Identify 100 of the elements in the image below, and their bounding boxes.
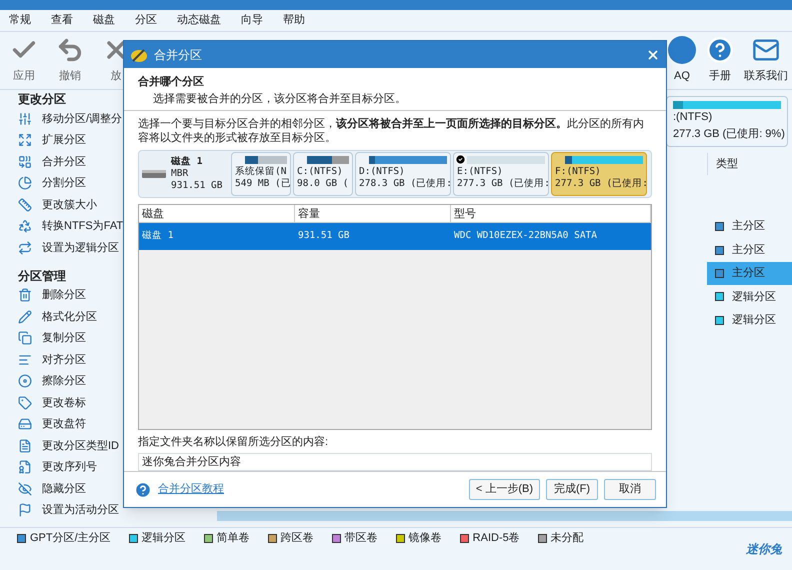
- toolbar-button[interactable]: 放: [102, 36, 130, 85]
- sliders-icon: [18, 112, 32, 126]
- sidebar-item[interactable]: 擦除分区: [18, 370, 86, 392]
- sidebar-heading: 分区管理: [18, 268, 66, 284]
- sidebar-item[interactable]: 合并分区: [18, 151, 86, 172]
- sidebar-item[interactable]: 分割分区: [18, 172, 86, 194]
- repeat-icon: [18, 240, 32, 255]
- sidebar-item[interactable]: 隐藏分区: [18, 478, 86, 500]
- copy-icon: [18, 331, 32, 346]
- type-row[interactable]: 主分区: [707, 262, 792, 286]
- menu-item[interactable]: 查看: [51, 12, 73, 29]
- toolbar-button[interactable]: 应用: [10, 36, 38, 85]
- partition-name: :(NTFS): [673, 110, 714, 125]
- drive-icon: [18, 417, 32, 432]
- wand-icon: [130, 46, 148, 62]
- table-row[interactable]: 磁盘 1 931.51 GB WDC WD10EZEX-22BN5A0 SATA: [139, 223, 651, 250]
- partition-name: C:(NTFS): [297, 166, 344, 178]
- table-cell-text: 磁盘 1: [141, 229, 174, 244]
- toolbar-button[interactable]: AQ: [668, 36, 696, 85]
- disk-size: 931.51 GB: [171, 180, 222, 192]
- sidebar-item[interactable]: 对齐分区: [18, 349, 86, 370]
- dialog-button[interactable]: < 上一步(B): [468, 479, 540, 500]
- partition-block[interactable]: D:(NTFS) 278.3 GB (已使用:: [355, 152, 451, 196]
- eye-off-icon: [18, 482, 32, 496]
- folder-label: 指定文件夹名称以保留所选分区的内容:: [138, 434, 330, 450]
- sidebar-item[interactable]: 扩展分区: [18, 130, 86, 151]
- legend-item: 逻辑分区: [128, 530, 186, 546]
- pie-icon: [18, 176, 32, 190]
- align-icon: [18, 352, 32, 367]
- sidebar-item[interactable]: 设置为活动分区: [18, 500, 119, 521]
- horizontal-scrollbar[interactable]: [217, 511, 792, 521]
- type-row[interactable]: 逻辑分区: [707, 308, 792, 332]
- partition-block[interactable]: F:(NTFS) 277.3 GB (已使用:: [551, 152, 647, 196]
- menu-item[interactable]: 帮助: [283, 12, 305, 29]
- column-header: 磁盘: [139, 205, 295, 222]
- sidebar-item[interactable]: 移动分区/调整分: [18, 108, 122, 130]
- dialog-button[interactable]: 取消: [604, 479, 656, 500]
- table-cell-text: WDC WD10EZEX-22BN5A0 SATA: [453, 229, 598, 244]
- sidebar-item[interactable]: 转换NTFS为FAT: [18, 216, 124, 237]
- toolbar-button[interactable]: 联系我们: [744, 36, 788, 85]
- sidebar-item[interactable]: 删除分区: [18, 284, 86, 306]
- partition-name: F:(NTFS): [555, 166, 602, 178]
- help-icon: [134, 480, 152, 498]
- hard-drive-icon: [141, 168, 167, 180]
- sidebar-item[interactable]: 更改卷标: [18, 392, 86, 414]
- sidebar-item[interactable]: 格式化分区: [18, 306, 97, 328]
- menu-item[interactable]: 磁盘: [93, 12, 115, 29]
- help-link[interactable]: 合并分区教程: [158, 481, 463, 498]
- partition-name: E:(NTFS): [457, 166, 504, 178]
- sidebar-item[interactable]: 复制分区: [18, 328, 86, 349]
- sidebar-item[interactable]: 更改盘符: [18, 414, 86, 435]
- trash-icon: [18, 288, 32, 302]
- menu-item[interactable]: 常规: [9, 12, 31, 29]
- column-header: 型号: [451, 205, 651, 222]
- sidebar-item[interactable]: 更改序列号: [18, 456, 97, 478]
- column-header: 类型: [707, 153, 792, 175]
- type-row[interactable]: 逻辑分区: [707, 285, 792, 309]
- partition-name: 系统保留(N: [235, 166, 287, 178]
- legend-item: 带区卷: [332, 530, 378, 546]
- disk-style: MBR: [171, 168, 190, 180]
- legend-item: 未分配: [538, 530, 584, 546]
- expand-icon: [18, 133, 32, 148]
- legend-item: 镜像卷: [396, 530, 442, 546]
- folder-name-field[interactable]: 迷你兔合并分区内容: [138, 452, 652, 470]
- dialog-subheading: 选择需要被合并的分区，该分区将合并至目标分区。: [152, 92, 407, 106]
- disc-icon: [18, 374, 32, 388]
- type-row[interactable]: 主分区: [707, 215, 792, 238]
- logo: 迷你兔: [746, 541, 782, 558]
- sidebar-item[interactable]: 设置为逻辑分区: [18, 237, 119, 258]
- help-icon: [706, 36, 734, 64]
- instruction-text: 选择一个要与目标分区合并的相邻分区，该分区将被合并至上一页面所选择的目标分区。此分区的所有内容将以文件夹的形式被存放至目标分区。: [138, 117, 645, 145]
- toolbar-button[interactable]: 撤销: [56, 36, 84, 85]
- sidebar-item[interactable]: 更改簇大小: [18, 194, 97, 216]
- legend-item: 跨区卷: [268, 530, 314, 546]
- tag-icon: [18, 396, 32, 410]
- close-icon[interactable]: [646, 48, 660, 62]
- column-header: 容量: [295, 205, 451, 222]
- toolbar-button[interactable]: 手册: [706, 36, 734, 85]
- document-icon: [18, 438, 32, 453]
- partition-size: 98.0 GB (: [297, 178, 349, 190]
- legend-item: GPT分区/主分区: [17, 530, 111, 546]
- flag-icon: [18, 503, 32, 518]
- partition-name: D:(NTFS): [359, 166, 406, 178]
- merge-icon: [18, 154, 32, 169]
- type-row[interactable]: 主分区: [707, 238, 792, 262]
- menu-item[interactable]: 向导: [241, 12, 263, 29]
- partition-block[interactable]: C:(NTFS) 98.0 GB (: [293, 152, 353, 196]
- sidebar-item[interactable]: 更改分区类型ID: [18, 435, 119, 456]
- menu-item[interactable]: 分区: [135, 12, 157, 29]
- dialog-button[interactable]: 完成(F): [546, 479, 598, 500]
- sidebar-heading: 更改分区: [18, 91, 66, 108]
- legend-item: 简单卷: [204, 530, 250, 546]
- partition-block[interactable]: E:(NTFS) 277.3 GB (已使用:: [453, 152, 549, 196]
- badge-icon: [18, 460, 32, 474]
- legend-item: RAID-5卷: [460, 530, 520, 546]
- partition-block[interactable]: 系统保留(N 549 MB (已: [231, 152, 291, 196]
- dialog-heading: 合并哪个分区: [138, 74, 205, 90]
- menu-item[interactable]: 动态磁盘: [177, 12, 221, 29]
- table-cell-text: 931.51 GB: [297, 229, 350, 244]
- recycle-icon: [18, 219, 32, 234]
